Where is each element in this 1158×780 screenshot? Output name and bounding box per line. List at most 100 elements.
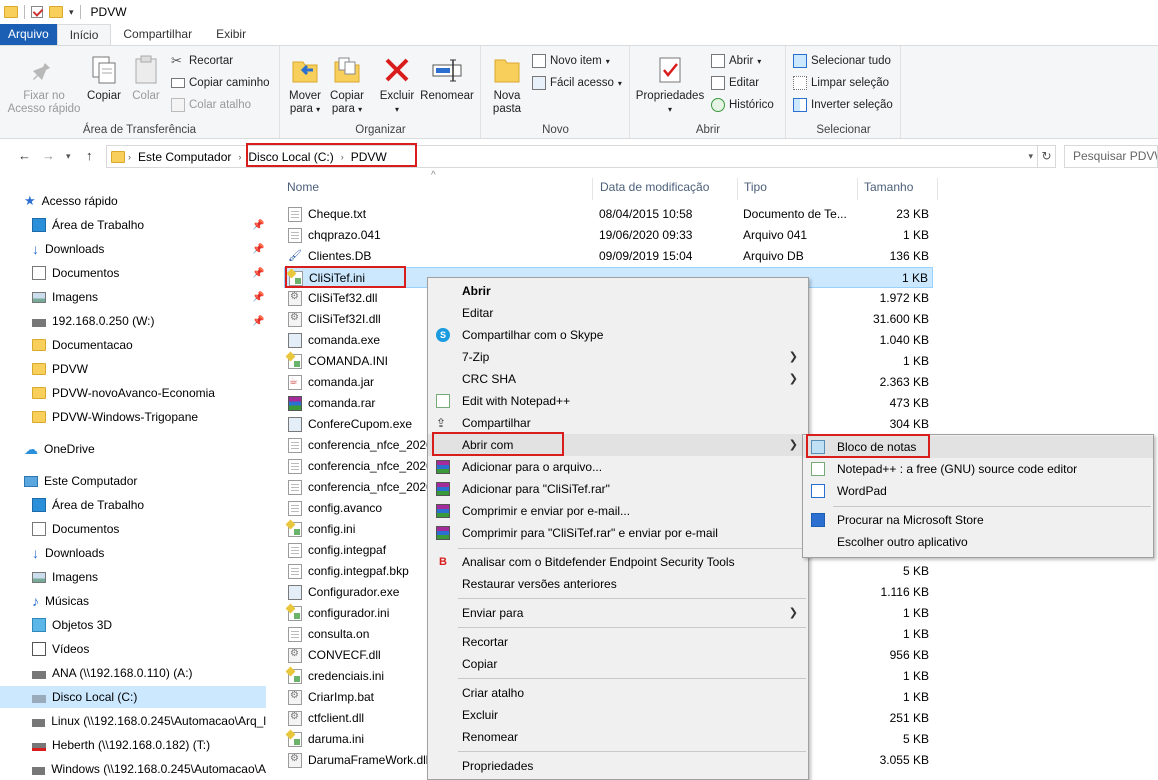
history-button[interactable]: Histórico (711, 96, 774, 114)
nav-pc-drive-a[interactable]: ANA (\\192.168.0.110) (A:) (32, 662, 298, 684)
nav-quick-pdvw[interactable]: PDVW (32, 358, 298, 380)
menu-item-store[interactable]: Procurar na Microsoft Store (803, 509, 1153, 531)
refresh-icon[interactable]: ↻ (1038, 145, 1056, 168)
menu-item-wordpad[interactable]: WordPad (803, 480, 1153, 502)
menu-item-add-rar[interactable]: Adicionar para "CliSiTef.rar" (428, 478, 808, 500)
pin-quick-access-button[interactable]: Fixar no Acesso rápido (6, 54, 82, 116)
nav-pc-videos[interactable]: Vídeos (32, 638, 298, 660)
nav-onedrive[interactable]: ☁ OneDrive (24, 438, 290, 460)
menu-item-send-to[interactable]: Enviar para ❯ (428, 602, 808, 624)
nav-pc-desktop[interactable]: Área de Trabalho (32, 494, 298, 516)
nav-pc-pictures[interactable]: Imagens (32, 566, 298, 588)
menu-item-bitdefender[interactable]: B Analisar com o Bitdefender Endpoint Se… (428, 551, 808, 573)
nav-pc-windows[interactable]: Windows (\\192.168.0.245\Automacao\A (32, 758, 266, 780)
file-row[interactable]: Cheque.txt 08/04/2015 10:58 Documento de T… (284, 204, 933, 225)
back-arrow-icon[interactable]: ← (18, 148, 31, 163)
doc-file-icon (288, 480, 302, 495)
nav-this-pc[interactable]: Este Computador (24, 470, 290, 492)
tab-share[interactable]: Compartilhar (111, 24, 204, 45)
cut-button[interactable]: ✂ Recortar (171, 52, 233, 70)
address-dropdown-icon[interactable]: ▾ (1028, 151, 1033, 162)
tab-home[interactable]: Início (56, 24, 112, 45)
copy-to-button[interactable]: Copiar para ▾ (327, 54, 367, 116)
column-date[interactable]: Data de modificação (600, 180, 709, 194)
dll-file-icon (288, 291, 302, 306)
menu-item-crc-sha[interactable]: CRC SHA ❯ (428, 368, 808, 390)
file-row[interactable]: Clientes.DB 09/09/2019 15:04 Arquivo DB 136… (284, 246, 933, 267)
menu-item-properties[interactable]: Propriedades (428, 755, 808, 777)
easy-access-button[interactable]: Fácil acesso ▾ (532, 74, 622, 92)
tab-file[interactable]: Arquivo (0, 24, 57, 45)
edit-button[interactable]: Editar (711, 74, 759, 92)
delete-button[interactable]: Excluir ▾ (377, 54, 417, 116)
rename-button[interactable]: Renomear (419, 54, 475, 103)
nav-quick-documentacao[interactable]: Documentacao (32, 334, 298, 356)
menu-item-copy[interactable]: Copiar (428, 653, 808, 675)
up-arrow-icon[interactable]: ↑ (86, 148, 93, 163)
file-size: 251 KB (889, 711, 929, 725)
properties-button[interactable]: Propriedades ▾ (635, 54, 705, 116)
paste-shortcut-button[interactable]: Colar atalho (171, 96, 251, 114)
nav-pc-heberth[interactable]: Heberth (\\192.168.0.182) (T:) (32, 734, 298, 756)
file-name: Clientes.DB (308, 249, 372, 263)
menu-item-7zip[interactable]: 7-Zip ❯ (428, 346, 808, 368)
chevron-right-icon[interactable]: › (235, 152, 244, 162)
menu-item-share[interactable]: ⇪ Compartilhar (428, 412, 808, 434)
menu-item-rename[interactable]: Renomear (428, 726, 808, 748)
move-to-button[interactable]: Mover para ▾ (285, 54, 325, 116)
paste-button[interactable]: Colar (126, 54, 166, 103)
column-size[interactable]: Tamanho (864, 180, 913, 194)
new-folder-qat-icon[interactable] (49, 6, 63, 18)
search-input[interactable]: Pesquisar PDVW (1064, 145, 1158, 168)
breadcrumb-this-pc[interactable]: Este Computador (134, 150, 235, 164)
file-name: configurador.ini (308, 606, 390, 620)
nav-pc-downloads[interactable]: ↓ Downloads (32, 542, 298, 564)
menu-item-compress-email[interactable]: Comprimir e enviar por e-mail... (428, 500, 808, 522)
menu-item-notepadpp-app[interactable]: Notepad++ : a free (GNU) source code edi… (803, 458, 1153, 480)
menu-item-add-archive[interactable]: Adicionar para o arquivo... (428, 456, 808, 478)
menu-item-create-shortcut[interactable]: Criar atalho (428, 682, 808, 704)
nav-quick-pdvw-novo[interactable]: PDVW-novoAvanco-Economia (32, 382, 298, 404)
new-folder-button[interactable]: Nova pasta (488, 54, 526, 116)
copy-to-icon (331, 54, 363, 86)
chevron-right-icon[interactable]: › (125, 152, 134, 162)
menu-label: CRC SHA (462, 372, 517, 386)
menu-item-restore[interactable]: Restaurar versões anteriores (428, 573, 808, 595)
doc-file-icon (288, 459, 302, 474)
properties-qat-icon[interactable] (31, 6, 43, 18)
invert-selection-icon (793, 98, 807, 112)
nav-pc-local-disk-c[interactable]: Disco Local (C:) (0, 686, 266, 708)
menu-item-delete[interactable]: Excluir (428, 704, 808, 726)
select-all-button[interactable]: Selecionar tudo (793, 52, 891, 70)
clear-selection-button[interactable]: Limpar seleção (793, 74, 889, 92)
menu-item-edit[interactable]: Editar (428, 302, 808, 324)
column-name[interactable]: Nome (287, 180, 319, 194)
column-type[interactable]: Tipo (744, 180, 767, 194)
recent-chevron-icon[interactable]: ▾ (66, 151, 71, 162)
nav-quick-pdvw-windows[interactable]: PDVW-Windows-Trigopane (32, 406, 298, 428)
menu-item-cut[interactable]: Recortar (428, 631, 808, 653)
nav-pc-linux[interactable]: Linux (\\192.168.0.245\Automacao\Arq_l (32, 710, 266, 732)
menu-label: Escolher outro aplicativo (837, 535, 968, 549)
copy-button[interactable]: Copiar (84, 54, 124, 103)
menu-item-open[interactable]: Abrir (428, 280, 808, 302)
tab-view[interactable]: Exibir (204, 24, 258, 45)
menu-item-choose-app[interactable]: Escolher outro aplicativo (803, 531, 1153, 553)
invert-selection-button[interactable]: Inverter seleção (793, 96, 893, 114)
new-item-button[interactable]: Novo item ▾ (532, 52, 610, 70)
file-row[interactable]: chqprazo.041 19/06/2020 09:33 Arquivo 041 1… (284, 225, 933, 246)
forward-arrow-icon[interactable]: → (42, 148, 55, 163)
nav-pc-3d-objects[interactable]: Objetos 3D (32, 614, 298, 636)
highlight-box-open-with (432, 432, 564, 456)
file-size: 1.116 KB (880, 585, 929, 599)
menu-item-compress-rar-email[interactable]: Comprimir para "CliSiTef.rar" e enviar p… (428, 522, 808, 544)
menu-item-notepadpp[interactable]: Edit with Notepad++ (428, 390, 808, 412)
nav-pc-music[interactable]: ♪ Músicas (32, 590, 298, 612)
menu-item-skype[interactable]: S Compartilhar com o Skype (428, 324, 808, 346)
delete-label: Excluir (379, 90, 415, 102)
copy-path-button[interactable]: Copiar caminho (171, 74, 270, 92)
qat-dropdown-icon[interactable]: ▾ (69, 7, 74, 18)
nav-quick-access[interactable]: ★ Acesso rápido (24, 190, 290, 212)
open-button[interactable]: Abrir ▾ (711, 52, 761, 70)
nav-pc-documents[interactable]: Documentos (32, 518, 298, 540)
